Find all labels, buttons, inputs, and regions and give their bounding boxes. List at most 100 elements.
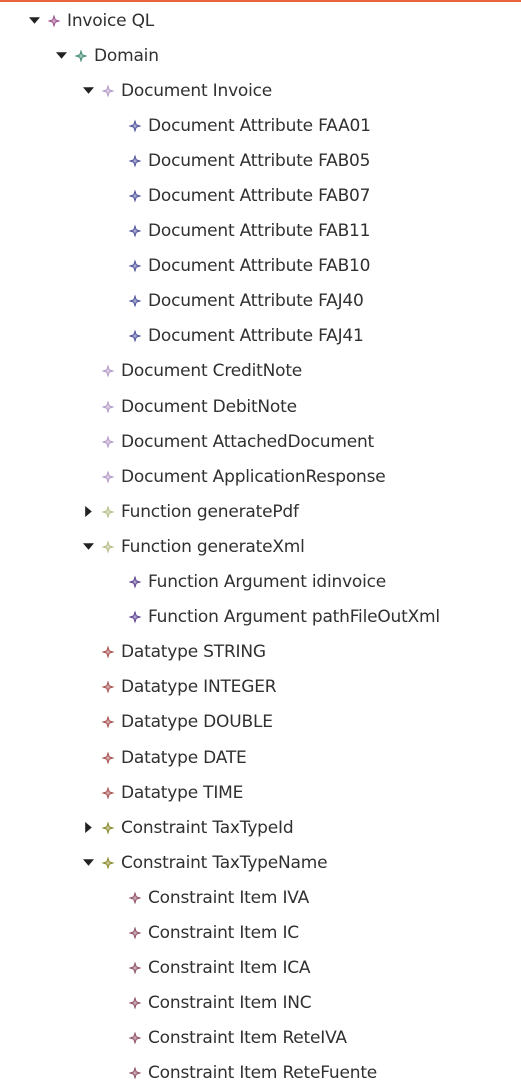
tree-item[interactable]: Domain bbox=[0, 38, 521, 73]
tree-item[interactable]: Datatype TIME bbox=[0, 775, 521, 810]
tree-item-label: Datatype TIME bbox=[121, 782, 244, 803]
tree-item-label: Document AttachedDocument bbox=[121, 431, 374, 452]
argument-diamond-icon bbox=[128, 610, 142, 624]
tree-item-label: Document Attribute FAB07 bbox=[148, 186, 371, 207]
constraint-item-diamond-icon bbox=[128, 961, 142, 975]
domain-diamond-icon bbox=[74, 49, 88, 63]
tree-item-label: Function generateXml bbox=[121, 536, 305, 557]
tree-item-label: Document Invoice bbox=[121, 80, 273, 101]
attribute-diamond-icon bbox=[128, 329, 142, 343]
document-diamond-icon bbox=[101, 435, 115, 449]
expanded-arrow-icon[interactable] bbox=[54, 49, 68, 63]
tree-item[interactable]: Document CreditNote bbox=[0, 354, 521, 389]
constraint-item-diamond-icon bbox=[128, 926, 142, 940]
tree-item[interactable]: Document Attribute FAJ41 bbox=[0, 319, 521, 354]
attribute-diamond-icon bbox=[128, 154, 142, 168]
tree-item-label: Datatype INTEGER bbox=[121, 677, 277, 698]
tree-item-label: Constraint TaxTypeId bbox=[121, 817, 294, 838]
tree-item-label: Constraint TaxTypeName bbox=[121, 852, 328, 873]
tree-item[interactable]: Function generateXml bbox=[0, 529, 521, 564]
tree-item-label: Document Attribute FAA01 bbox=[148, 115, 371, 136]
attribute-diamond-icon bbox=[128, 119, 142, 133]
outline-tree: Invoice QL Domain Document Invoice Document… bbox=[0, 3, 521, 1091]
tree-item-label: Datatype DOUBLE bbox=[121, 712, 273, 733]
constraint-item-diamond-icon bbox=[128, 996, 142, 1010]
tree-item[interactable]: Constraint Item ICA bbox=[0, 951, 521, 986]
tree-item[interactable]: Document Invoice bbox=[0, 73, 521, 108]
function-diamond-icon bbox=[101, 540, 115, 554]
expanded-arrow-icon[interactable] bbox=[81, 84, 95, 98]
top-accent-rule bbox=[0, 0, 521, 2]
tree-item[interactable]: Constraint Item IC bbox=[0, 915, 521, 950]
tree-item[interactable]: Datatype DOUBLE bbox=[0, 705, 521, 740]
tree-item-label: Function Argument idinvoice bbox=[148, 572, 387, 593]
root-diamond-icon bbox=[47, 14, 61, 28]
attribute-diamond-icon bbox=[128, 294, 142, 308]
expanded-arrow-icon[interactable] bbox=[81, 856, 95, 870]
tree-item[interactable]: Document Attribute FAB05 bbox=[0, 143, 521, 178]
tree-item-label: Document CreditNote bbox=[121, 361, 303, 382]
tree-item[interactable]: Document Attribute FAJ40 bbox=[0, 284, 521, 319]
document-diamond-icon bbox=[101, 400, 115, 414]
expanded-arrow-icon[interactable] bbox=[27, 14, 41, 28]
constraint-diamond-icon bbox=[101, 856, 115, 870]
datatype-diamond-icon bbox=[101, 786, 115, 800]
document-diamond-icon bbox=[101, 84, 115, 98]
tree-item-label: Constraint Item IC bbox=[148, 922, 299, 943]
tree-item-label: Document Attribute FAB05 bbox=[148, 150, 371, 171]
tree-item-label: Datatype DATE bbox=[121, 747, 247, 768]
datatype-diamond-icon bbox=[101, 645, 115, 659]
tree-item-label: Function Argument pathFileOutXml bbox=[148, 607, 440, 628]
tree-item[interactable]: Document DebitNote bbox=[0, 389, 521, 424]
tree-item[interactable]: Document Attribute FAB10 bbox=[0, 249, 521, 284]
tree-item[interactable]: Function generatePdf bbox=[0, 494, 521, 529]
constraint-diamond-icon bbox=[101, 821, 115, 835]
expanded-arrow-icon[interactable] bbox=[81, 540, 95, 554]
tree-item-label: Document ApplicationResponse bbox=[121, 466, 386, 487]
attribute-diamond-icon bbox=[128, 189, 142, 203]
tree-item-label: Domain bbox=[94, 45, 159, 66]
tree-item-label: Constraint Item INC bbox=[148, 993, 312, 1014]
tree-item-label: Constraint Item IVA bbox=[148, 887, 310, 908]
tree-item[interactable]: Document ApplicationResponse bbox=[0, 459, 521, 494]
function-diamond-icon bbox=[101, 505, 115, 519]
constraint-item-diamond-icon bbox=[128, 891, 142, 905]
tree-item[interactable]: Constraint TaxTypeName bbox=[0, 845, 521, 880]
constraint-item-diamond-icon bbox=[128, 1066, 142, 1080]
tree-item[interactable]: Document Attribute FAA01 bbox=[0, 108, 521, 143]
tree-item-label: Document DebitNote bbox=[121, 396, 297, 417]
tree-item-label: Document Attribute FAJ41 bbox=[148, 326, 364, 347]
datatype-diamond-icon bbox=[101, 715, 115, 729]
collapsed-arrow-icon[interactable] bbox=[81, 505, 95, 519]
tree-item[interactable]: Document Attribute FAB07 bbox=[0, 178, 521, 213]
tree-item-label: Constraint Item ICA bbox=[148, 958, 311, 979]
tree-item[interactable]: Constraint Item INC bbox=[0, 986, 521, 1021]
tree-item[interactable]: Function Argument idinvoice bbox=[0, 565, 521, 600]
tree-item[interactable]: Datatype DATE bbox=[0, 740, 521, 775]
attribute-diamond-icon bbox=[128, 224, 142, 238]
tree-item[interactable]: Constraint TaxTypeId bbox=[0, 810, 521, 845]
tree-item[interactable]: Constraint Item ReteFuente bbox=[0, 1056, 521, 1091]
tree-item-label: Document Attribute FAB11 bbox=[148, 221, 371, 242]
tree-item[interactable]: Datatype INTEGER bbox=[0, 670, 521, 705]
tree-item-label: Document Attribute FAB10 bbox=[148, 256, 371, 277]
tree-item[interactable]: Constraint Item IVA bbox=[0, 880, 521, 915]
datatype-diamond-icon bbox=[101, 751, 115, 765]
collapsed-arrow-icon[interactable] bbox=[81, 821, 95, 835]
tree-item[interactable]: Function Argument pathFileOutXml bbox=[0, 600, 521, 635]
datatype-diamond-icon bbox=[101, 680, 115, 694]
tree-item-label: Constraint Item ReteIVA bbox=[148, 1028, 347, 1049]
tree-item-label: Datatype STRING bbox=[121, 642, 266, 663]
tree-item-label: Invoice QL bbox=[67, 10, 155, 31]
tree-item[interactable]: Constraint Item ReteIVA bbox=[0, 1021, 521, 1056]
tree-item[interactable]: Document Attribute FAB11 bbox=[0, 214, 521, 249]
argument-diamond-icon bbox=[128, 575, 142, 589]
tree-item[interactable]: Datatype STRING bbox=[0, 635, 521, 670]
attribute-diamond-icon bbox=[128, 259, 142, 273]
tree-item[interactable]: Invoice QL bbox=[0, 3, 521, 38]
document-diamond-icon bbox=[101, 364, 115, 378]
tree-item[interactable]: Document AttachedDocument bbox=[0, 424, 521, 459]
document-diamond-icon bbox=[101, 470, 115, 484]
tree-item-label: Document Attribute FAJ40 bbox=[148, 291, 364, 312]
tree-item-label: Function generatePdf bbox=[121, 501, 299, 522]
